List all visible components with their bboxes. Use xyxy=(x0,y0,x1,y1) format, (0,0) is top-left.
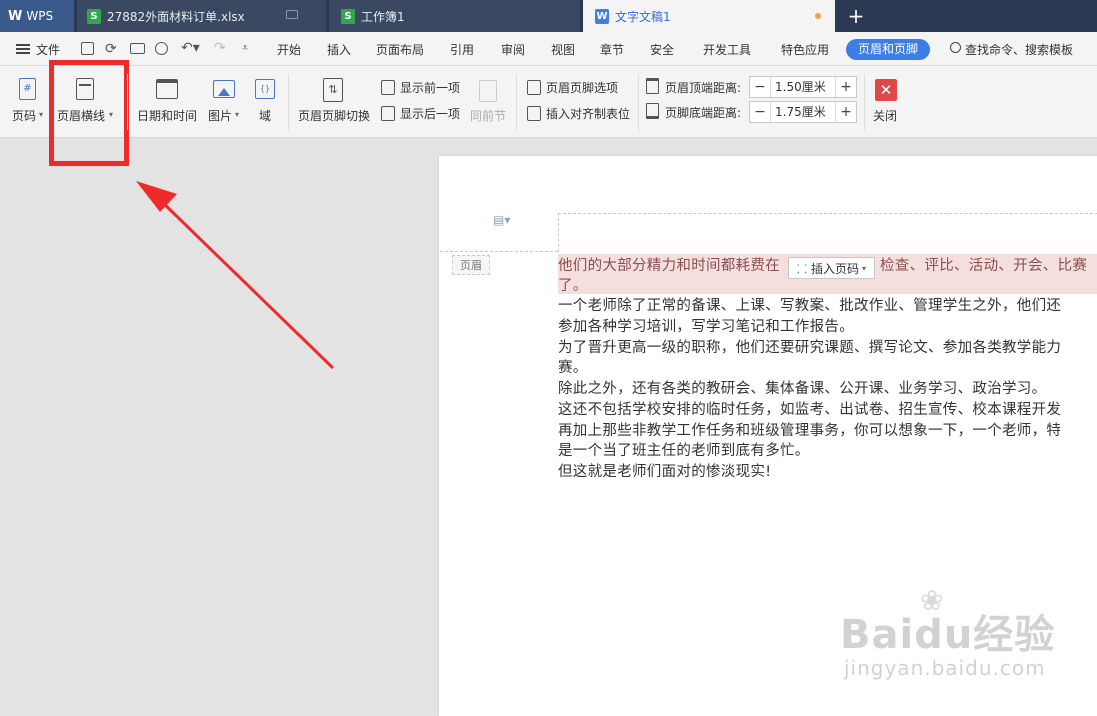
doc-line: 为了晋升更高一级的职称，他们还要研究课题、撰写论文、参加各类教学能力 xyxy=(558,340,1062,356)
header-boundary-line xyxy=(440,251,558,252)
arrow-shaft xyxy=(158,198,335,370)
doc-line: 参加各种学习培训，写学习笔记和工作报告。 xyxy=(558,319,854,335)
doc-line: 一个老师除了正常的备课、上课、写教案、批改作业、管理学生之外，他们还 xyxy=(558,298,1062,314)
watermark-url: jingyan.baidu.com xyxy=(844,656,1046,680)
doc-line: 赛。 xyxy=(558,360,588,376)
insert-page-number-button[interactable]: ⸬ 插入页码 ▾ xyxy=(788,257,875,279)
doc-line: 除此之外，还有各类的教研会、集体备课、公开课、业务学习、政治学习。 xyxy=(558,381,1047,397)
doc-line: 但这就是老师们面对的惨淡现实! xyxy=(558,464,772,480)
doc-line: 他们的大部分精力和时间都耗费在 xyxy=(558,258,780,274)
page-number-insert-icon: ⸬ xyxy=(797,261,807,276)
doc-line: 这还不包括学校安排的临时任务，如监考、出试卷、招生宣传、校本课程开发 xyxy=(558,402,1062,418)
dropdown-arrow-icon: ▾ xyxy=(861,263,866,273)
document-options-icon[interactable]: ▤▾ xyxy=(493,213,510,227)
doc-line: 检查、评比、活动、开会、比赛 xyxy=(880,258,1088,274)
arrow-head xyxy=(136,181,177,212)
watermark-brand: Baidu经验 xyxy=(840,612,1056,658)
header-tag: 页眉 xyxy=(452,255,490,275)
doc-line: 是一个当了班主任的老师到底有多忙。 xyxy=(558,443,810,459)
watermark: ❀ Baidu经验 jingyan.baidu.com xyxy=(840,584,1090,690)
doc-line: 了。 xyxy=(558,278,588,294)
doc-line: 再加上那些非教学工作任务和班级管理事务，你可以想象一下，一个老师，特 xyxy=(558,423,1062,439)
insert-page-number-label: 插入页码 xyxy=(810,261,859,276)
